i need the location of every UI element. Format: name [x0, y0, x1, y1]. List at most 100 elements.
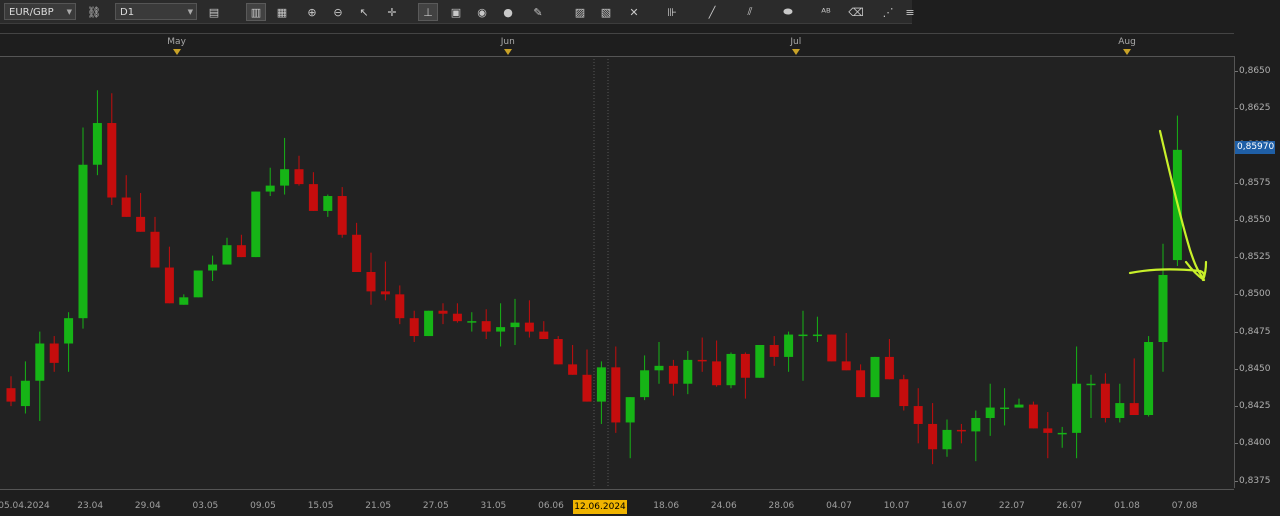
candle	[553, 336, 563, 365]
candle	[625, 397, 635, 459]
candle-body	[49, 343, 59, 363]
candle-body	[409, 318, 419, 337]
candle	[222, 237, 232, 265]
candle	[1028, 401, 1038, 429]
candle	[884, 339, 894, 380]
price-tick-label: 0,8425	[1239, 401, 1271, 412]
candle-body	[1086, 383, 1096, 386]
candle	[424, 310, 434, 337]
candle-body	[524, 322, 534, 332]
candle-body	[1100, 383, 1110, 418]
price-tick-label: 0,8625	[1239, 103, 1271, 114]
candle	[1057, 426, 1067, 448]
candle	[395, 285, 405, 325]
candle-body	[553, 339, 563, 365]
candle	[769, 336, 779, 366]
candle-body	[683, 359, 693, 384]
price-tick	[1235, 219, 1238, 221]
price-tick-label: 0,8550	[1239, 214, 1271, 225]
candle-body	[582, 374, 592, 402]
candle	[107, 93, 117, 205]
candle-body	[179, 297, 189, 305]
candle-body	[424, 310, 434, 337]
candle-body	[121, 197, 131, 217]
candle-body	[150, 231, 160, 268]
candle	[438, 303, 448, 325]
candle	[121, 175, 131, 217]
candle-body	[798, 334, 808, 337]
candle	[193, 270, 203, 298]
candle-body	[596, 367, 606, 402]
candle	[280, 137, 290, 195]
candle	[510, 298, 520, 345]
candle	[856, 364, 866, 398]
candle-body	[136, 216, 146, 232]
candle	[755, 344, 765, 378]
candle	[1100, 373, 1110, 423]
candle	[179, 294, 189, 305]
candle	[582, 349, 592, 402]
candle-body	[625, 397, 635, 423]
price-tick	[1235, 257, 1238, 259]
price-axis[interactable]: 0,86500,86250,86000,85750,85500,85250,85…	[1234, 56, 1280, 488]
candle	[1000, 388, 1010, 426]
candle-body	[985, 407, 995, 418]
candle	[481, 309, 491, 340]
candle-body	[395, 294, 405, 319]
candle	[78, 127, 88, 329]
candle	[913, 388, 923, 444]
candle-body	[1115, 403, 1125, 418]
candle	[35, 331, 45, 421]
price-tick	[1235, 182, 1238, 184]
candle-body	[64, 318, 74, 344]
candle-body	[452, 313, 462, 322]
candle	[841, 333, 851, 371]
candle	[611, 346, 621, 433]
candle-body	[208, 264, 218, 271]
candle-body	[251, 191, 261, 258]
candle	[467, 312, 477, 332]
candle-body	[539, 331, 549, 340]
candle-body	[899, 379, 909, 407]
candle-body	[265, 185, 275, 192]
annotation-arrow[interactable]	[1128, 129, 1208, 282]
candle	[164, 246, 174, 304]
price-tick	[1235, 443, 1238, 445]
price-tick	[1235, 70, 1238, 72]
candle-body	[668, 365, 678, 384]
candle	[452, 303, 462, 323]
candle	[6, 376, 16, 407]
candle-body	[1129, 403, 1139, 416]
candle	[712, 340, 722, 387]
candle	[971, 410, 981, 462]
candle	[596, 361, 606, 424]
candle	[265, 167, 275, 197]
candle-body	[740, 353, 750, 378]
candle-body	[1144, 342, 1154, 416]
candle-body	[308, 184, 318, 211]
candle	[798, 310, 808, 381]
price-tick-label: 0,8450	[1239, 363, 1271, 374]
candle	[812, 316, 822, 343]
candle-body	[812, 334, 822, 337]
candle	[1115, 383, 1125, 423]
candle-body	[236, 245, 246, 258]
price-tick-label: 0,8575	[1239, 177, 1271, 188]
candle	[92, 90, 102, 176]
candle	[1043, 412, 1053, 459]
candle	[323, 194, 333, 217]
candle-body	[769, 344, 779, 357]
candle-body	[942, 429, 952, 450]
candle	[409, 310, 419, 343]
candle-body	[956, 429, 966, 432]
candle	[740, 352, 750, 399]
candle-body	[726, 353, 736, 386]
candle	[352, 222, 362, 272]
candle	[870, 356, 880, 398]
candle-body	[856, 370, 866, 398]
candle	[1014, 398, 1024, 408]
candle	[697, 337, 707, 372]
candle	[1129, 358, 1139, 416]
price-tick	[1235, 480, 1238, 482]
candle-body	[697, 359, 707, 362]
